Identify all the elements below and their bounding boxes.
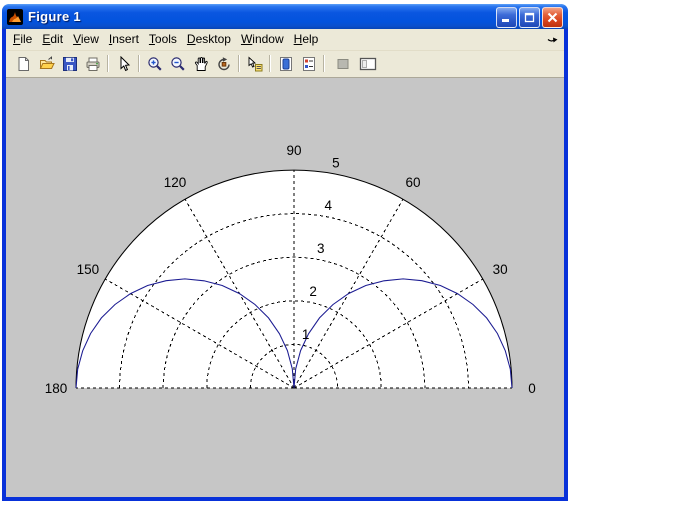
zoom-out-button[interactable]: [166, 53, 189, 75]
matlab-app-icon: [7, 9, 23, 25]
polar-plot: 0 30 60 90 120 150 180 1 2 3 4 5: [6, 78, 564, 497]
svg-text:0: 0: [528, 381, 536, 396]
window-controls: [496, 7, 563, 28]
client-area: File Edit View Insert Tools Desktop Wind…: [6, 29, 564, 497]
data-cursor-button[interactable]: [243, 53, 266, 75]
save-figure-button[interactable]: [58, 53, 81, 75]
svg-text:3: 3: [317, 241, 325, 256]
svg-text:2: 2: [309, 284, 317, 299]
print-figure-button[interactable]: [81, 53, 104, 75]
menu-insert[interactable]: Insert: [104, 29, 144, 50]
insert-colorbar-button[interactable]: [274, 53, 297, 75]
figure-window: Figure 1 File Edit View Insert Tools Des…: [2, 4, 568, 501]
close-button[interactable]: [542, 7, 563, 28]
toolbar-separator: [238, 55, 240, 72]
show-plot-tools-button[interactable]: [356, 53, 379, 75]
title-bar[interactable]: Figure 1: [2, 4, 568, 29]
open-file-button[interactable]: [35, 53, 58, 75]
window-title: Figure 1: [28, 9, 81, 24]
toolbar-separator: [138, 55, 140, 72]
edit-plot-button[interactable]: [112, 53, 135, 75]
svg-text:90: 90: [286, 143, 301, 158]
new-figure-button[interactable]: [12, 53, 35, 75]
zoom-in-button[interactable]: [143, 53, 166, 75]
menu-bar: File Edit View Insert Tools Desktop Wind…: [6, 29, 564, 51]
toolbar-separator: [107, 55, 109, 72]
rotate-3d-button[interactable]: [212, 53, 235, 75]
svg-text:4: 4: [325, 198, 333, 213]
menu-desktop[interactable]: Desktop: [182, 29, 236, 50]
menu-overflow-arrow[interactable]: [547, 36, 558, 45]
svg-text:180: 180: [45, 381, 68, 396]
pan-button[interactable]: [189, 53, 212, 75]
toolbar-separator: [269, 55, 271, 72]
menu-view[interactable]: View: [68, 29, 104, 50]
figure-canvas: 0 30 60 90 120 150 180 1 2 3 4 5: [6, 77, 564, 497]
minimize-button[interactable]: [496, 7, 517, 28]
hide-plot-tools-button[interactable]: [331, 53, 354, 75]
svg-text:120: 120: [164, 175, 187, 190]
toolbar: [6, 51, 564, 76]
svg-text:60: 60: [405, 175, 420, 190]
maximize-button[interactable]: [519, 7, 540, 28]
svg-text:150: 150: [77, 262, 100, 277]
menu-edit[interactable]: Edit: [37, 29, 68, 50]
svg-text:30: 30: [493, 262, 508, 277]
svg-text:5: 5: [332, 155, 340, 170]
menu-window[interactable]: Window: [236, 29, 289, 50]
insert-legend-button[interactable]: [297, 53, 320, 75]
menu-tools[interactable]: Tools: [144, 29, 182, 50]
svg-text:1: 1: [302, 327, 310, 342]
menu-file[interactable]: File: [8, 29, 37, 50]
menu-help[interactable]: Help: [289, 29, 324, 50]
toolbar-separator: [323, 55, 325, 72]
